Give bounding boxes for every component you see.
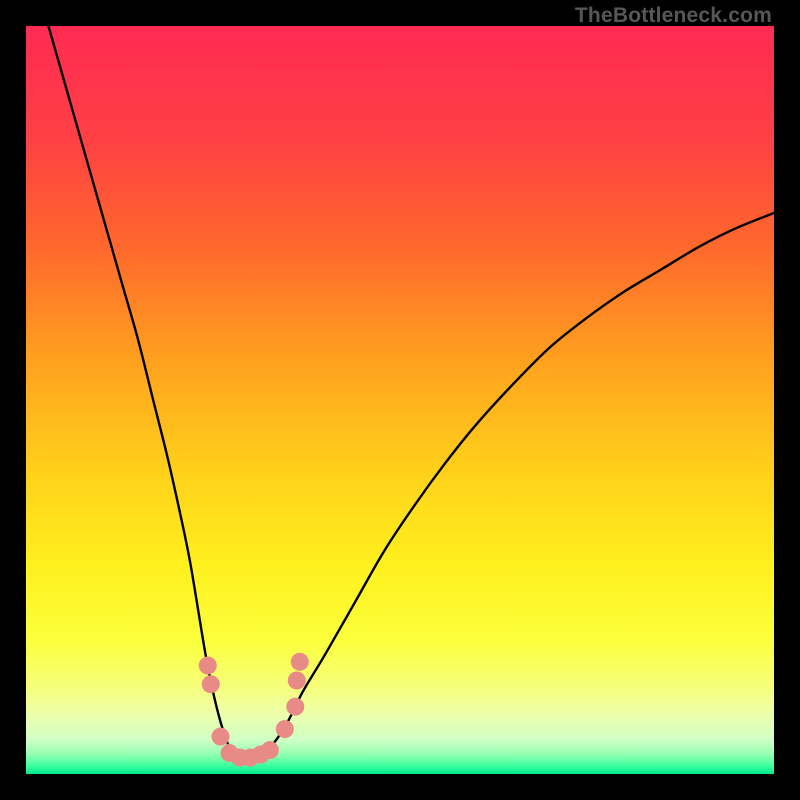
- data-marker: [261, 741, 279, 759]
- data-marker: [286, 698, 304, 716]
- plot-area: [26, 26, 774, 774]
- data-marker: [288, 672, 306, 690]
- data-marker: [202, 675, 220, 693]
- chart-svg: [26, 26, 774, 774]
- data-marker: [291, 653, 309, 671]
- gradient-bg: [26, 26, 774, 774]
- chart-frame: TheBottleneck.com: [0, 0, 800, 800]
- data-marker: [199, 657, 217, 675]
- watermark-text: TheBottleneck.com: [575, 4, 772, 28]
- data-marker: [276, 720, 294, 738]
- data-marker: [211, 728, 229, 746]
